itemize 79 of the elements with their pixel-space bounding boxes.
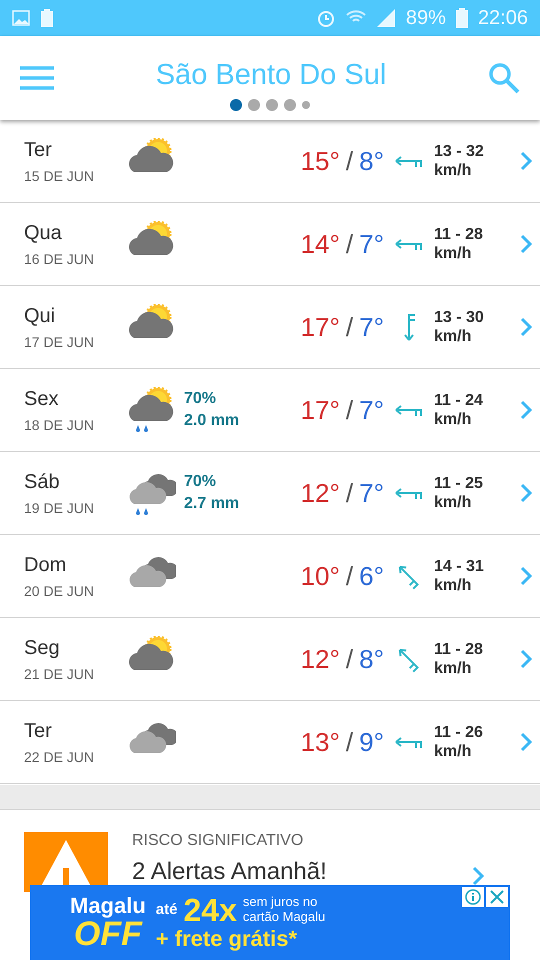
- day-date: 17 DE JUN: [24, 334, 96, 350]
- rain-amount: 2.0 mm: [184, 412, 240, 430]
- day-name: Ter: [24, 720, 53, 742]
- day-date: 20 DE JUN: [24, 582, 96, 598]
- low-temp: 8°: [359, 644, 384, 674]
- high-temp: 12°: [300, 644, 340, 674]
- city-title: São Bento Do Sul: [154, 58, 388, 92]
- forecast-row[interactable]: Ter 15 DE JUN 15° / 8° 13 - 32 km/h: [0, 120, 540, 203]
- ad-extra: + frete grátis*: [156, 926, 298, 952]
- day-name: Ter: [24, 138, 53, 162]
- ad-brand: Magalu: [70, 894, 146, 916]
- rain-amount: 2.7 mm: [184, 495, 240, 513]
- wind-speed: 11 - 24: [434, 391, 484, 410]
- low-temp: 8°: [359, 146, 384, 176]
- wind-speed: 13 - 30: [434, 308, 485, 327]
- temp-separator: /: [346, 726, 354, 758]
- day-date: 22 DE JUN: [24, 748, 96, 764]
- rain-chance: 70%: [184, 390, 218, 408]
- wind-speed: 11 - 25: [434, 474, 484, 493]
- day-name: Sex: [24, 388, 60, 410]
- high-temp: 17°: [300, 394, 340, 426]
- wind-speed: 14 - 31: [434, 557, 485, 576]
- rain-chance: 70%: [184, 473, 218, 491]
- day-date: 16 DE JUN: [24, 250, 96, 266]
- ad-prefix: até: [156, 901, 178, 918]
- ad-offer: 24x: [183, 894, 237, 926]
- temp-separator: /: [346, 228, 354, 260]
- high-temp: 12°: [300, 478, 340, 508]
- wind-unit: km/h: [434, 161, 472, 180]
- temp-separator: /: [346, 394, 354, 426]
- forecast-row[interactable]: Ter 22 DE JUN 13° / 9° 11 - 26 km/h: [0, 701, 540, 784]
- wind-unit: km/h: [434, 659, 472, 678]
- wind-unit: km/h: [434, 410, 472, 429]
- battery-percent: 89%: [406, 6, 446, 30]
- wind-speed: 13 - 32: [434, 142, 485, 161]
- low-temp: 7°: [359, 394, 384, 426]
- wind-speed: 11 - 28: [434, 225, 484, 244]
- ad-brand-tag: OFF: [74, 916, 142, 950]
- temp-separator: /: [346, 560, 354, 592]
- wind-unit: km/h: [434, 493, 472, 512]
- low-temp: 7°: [359, 312, 384, 342]
- temp-separator: /: [346, 644, 354, 674]
- clock-time: 22:06: [478, 6, 528, 30]
- forecast-row[interactable]: Dom 20 DE JUN 10° / 6° 14 - 31 km/h: [0, 535, 540, 618]
- forecast-row[interactable]: Sáb 19 DE JUN 70% 2.7 mm 12° / 7° 11 - 25 km/h: [0, 452, 540, 535]
- day-date: 18 DE JUN: [24, 416, 96, 432]
- forecast-row[interactable]: Seg 21 DE JUN 12° / 8° 11 - 28 km/h: [0, 618, 540, 701]
- day-date: 19 DE JUN: [24, 500, 96, 516]
- day-name: Dom: [24, 554, 68, 576]
- forecast-row[interactable]: Sex 18 DE JUN 70% 2.0 mm 17° / 7° 11 - 24 km/h: [0, 369, 540, 452]
- high-temp: 10°: [300, 560, 340, 592]
- temp-separator: /: [346, 312, 354, 342]
- temp-separator: /: [346, 478, 354, 508]
- low-temp: 7°: [359, 228, 384, 260]
- day-name: Sáb: [24, 470, 61, 494]
- high-temp: 13°: [300, 726, 340, 758]
- wind-unit: km/h: [434, 244, 472, 263]
- ad-terms: sem juros no cartão Magalu: [242, 895, 326, 924]
- alert-title: 2 Alertas Amanhã!: [132, 858, 328, 886]
- low-temp: 7°: [359, 478, 384, 508]
- high-temp: 15°: [300, 146, 340, 176]
- day-date: 15 DE JUN: [24, 168, 96, 184]
- high-temp: 17°: [300, 312, 340, 342]
- forecast-row[interactable]: Qui 17 DE JUN 17° / 7° 13 - 30 km/h: [0, 286, 540, 369]
- low-temp: 9°: [359, 726, 384, 758]
- day-name: Qua: [24, 222, 63, 244]
- wind-speed: 11 - 26: [434, 723, 484, 742]
- wind-speed: 11 - 28: [434, 640, 484, 659]
- day-date: 21 DE JUN: [24, 666, 96, 682]
- day-name: Qui: [24, 304, 56, 328]
- wind-unit: km/h: [434, 576, 472, 595]
- wind-unit: km/h: [434, 742, 472, 761]
- risk-level: RISCO SIGNIFICATIVO: [132, 832, 304, 850]
- wind-unit: km/h: [434, 327, 472, 346]
- day-name: Seg: [24, 636, 61, 660]
- high-temp: 14°: [300, 228, 340, 260]
- forecast-row[interactable]: Qua 16 DE JUN 14° / 7° 11 - 28 km/h: [0, 203, 540, 286]
- temp-separator: /: [346, 146, 354, 176]
- low-temp: 6°: [359, 560, 384, 592]
